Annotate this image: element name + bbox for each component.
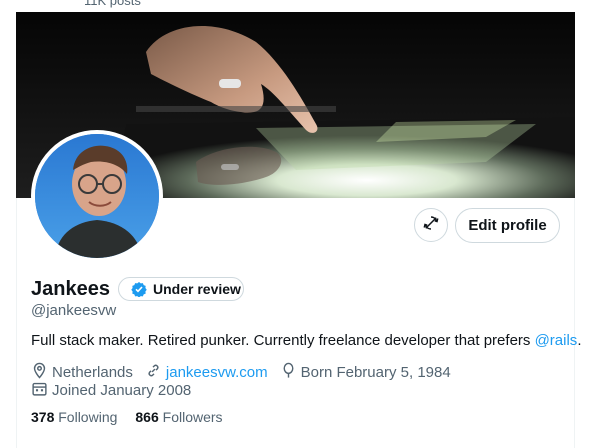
profile-bio: Full stack maker. Retired punker. Curren…	[31, 332, 581, 350]
calendar-icon	[31, 380, 52, 402]
post-count: 11K posts	[84, 0, 141, 8]
no-sync-icon	[422, 214, 440, 237]
following-count: 378	[31, 409, 55, 425]
joined-item: Joined January 2008	[31, 380, 191, 402]
birthday-text: Born February 5, 1984	[300, 364, 451, 381]
follow-stats: 378 Following 866 Followers	[31, 408, 223, 426]
birthday-item: Born February 5, 1984	[280, 362, 451, 384]
user-handle: @jankeesvw	[31, 302, 117, 319]
followers-count: 866	[135, 409, 159, 425]
followers-link[interactable]: 866 Followers	[135, 409, 222, 425]
joined-text: Joined January 2008	[52, 382, 192, 399]
notification-toggle-button[interactable]	[414, 208, 448, 242]
bio-text: Full stack maker. Retired punker. Curren…	[31, 332, 535, 349]
verified-badge-icon	[131, 281, 147, 297]
balloon-icon	[280, 362, 301, 384]
verification-status-badge[interactable]: Under review	[118, 277, 244, 301]
badge-label: Under review	[153, 281, 241, 297]
edit-profile-button[interactable]: Edit profile	[455, 208, 560, 243]
profile-joined-row: Joined January 2008	[31, 380, 203, 402]
following-link[interactable]: 378 Following	[31, 409, 117, 425]
followers-label: Followers	[162, 409, 223, 425]
display-name: Jankees	[31, 278, 110, 300]
profile-avatar[interactable]	[31, 130, 163, 262]
bio-mention-link[interactable]: @rails	[535, 332, 578, 349]
bio-end: .	[577, 332, 582, 349]
following-label: Following	[58, 409, 118, 425]
